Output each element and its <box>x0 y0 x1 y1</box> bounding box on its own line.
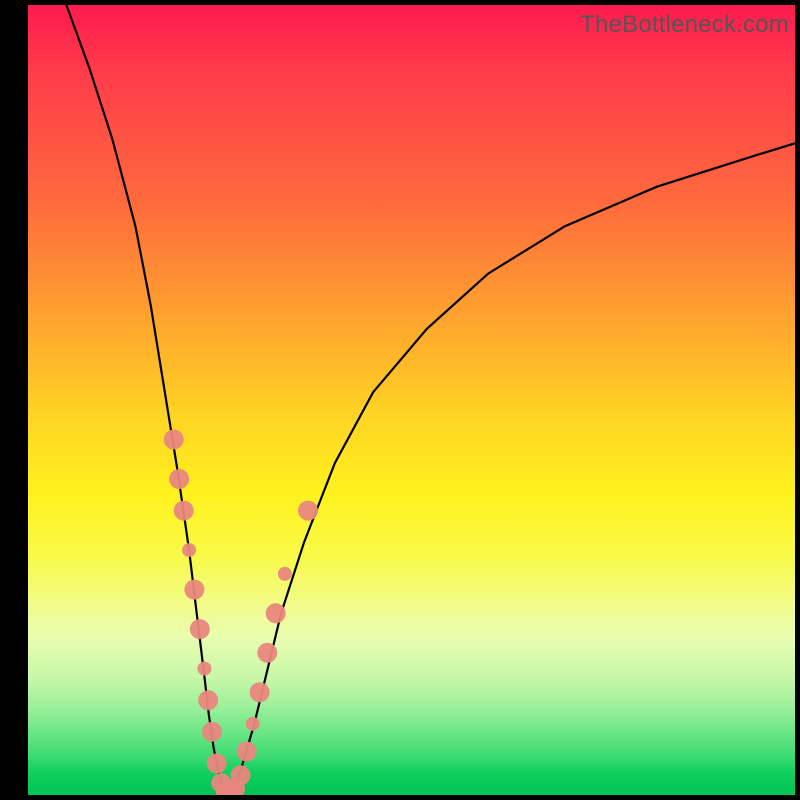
data-marker <box>174 501 194 521</box>
data-marker <box>164 430 184 450</box>
data-marker <box>231 765 251 785</box>
data-marker <box>198 690 218 710</box>
data-marker <box>207 753 227 773</box>
chart-frame: TheBottleneck.com <box>0 0 800 800</box>
data-marker <box>246 717 260 731</box>
data-marker <box>202 722 222 742</box>
data-marker <box>257 643 277 663</box>
data-marker <box>237 742 257 762</box>
data-marker <box>182 543 196 557</box>
chart-svg <box>28 5 795 795</box>
data-marker <box>184 580 204 600</box>
data-marker <box>250 682 270 702</box>
data-marker <box>169 469 189 489</box>
data-marker <box>197 662 211 676</box>
watermark-text: TheBottleneck.com <box>580 11 789 39</box>
data-marker <box>190 619 210 639</box>
data-marker <box>266 603 286 623</box>
data-marker <box>278 567 292 581</box>
data-marker <box>298 501 318 521</box>
curve-left <box>66 5 229 795</box>
markers-group <box>164 430 318 796</box>
plot-area: TheBottleneck.com <box>28 5 795 795</box>
curve-right <box>230 143 795 795</box>
